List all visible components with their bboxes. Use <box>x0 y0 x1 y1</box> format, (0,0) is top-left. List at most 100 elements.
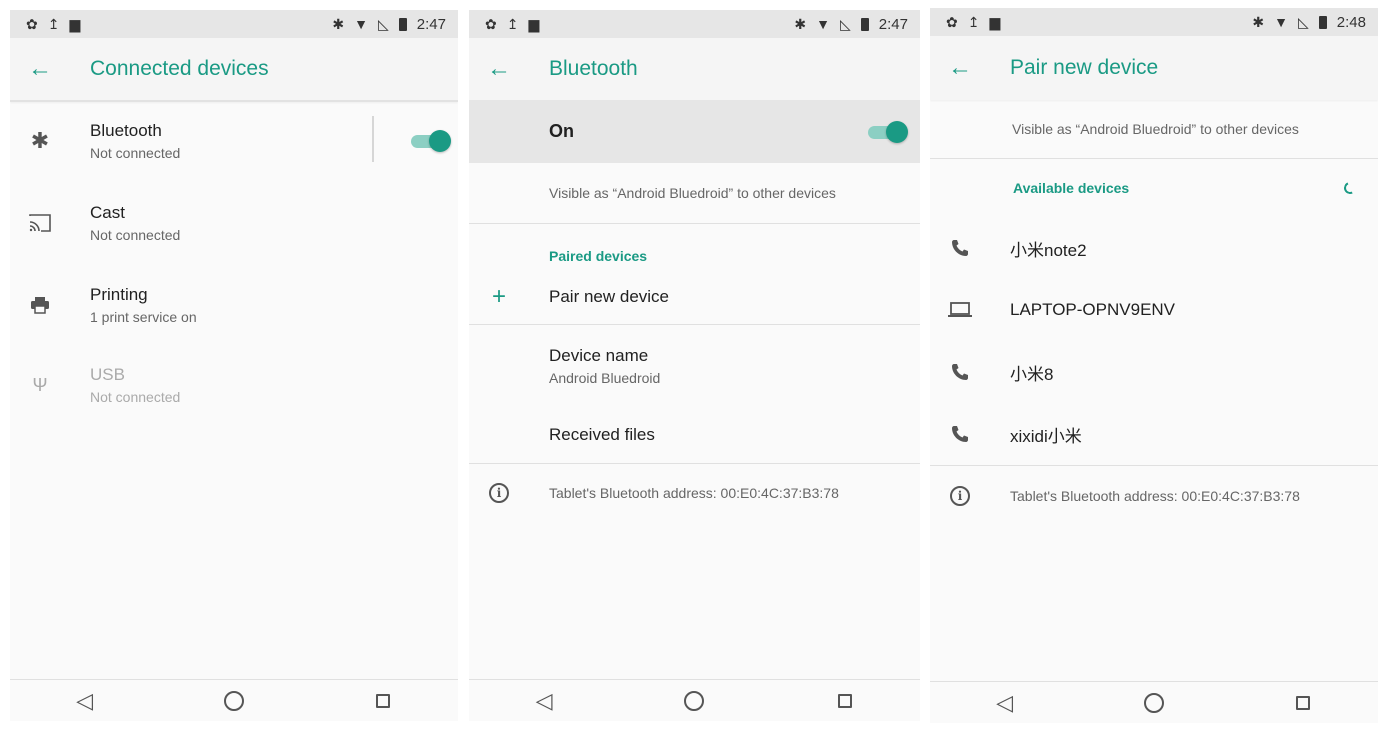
recents-nav-button[interactable] <box>353 686 413 716</box>
bluetooth-icon: ✱ <box>794 16 807 32</box>
device-item[interactable]: LAPTOP-OPNV9ENV <box>930 279 1378 341</box>
recents-nav-button[interactable] <box>1273 688 1333 718</box>
item-subtitle: Not connected <box>90 227 181 243</box>
home-nav-button[interactable] <box>664 686 724 716</box>
bluetooth-address: Tablet's Bluetooth address: 00:E0:4C:37:… <box>549 485 839 501</box>
visibility-info: Visible as “Android Bluedroid” to other … <box>930 100 1378 158</box>
bluetooth-icon: ✱ <box>332 16 345 32</box>
bluetooth-item[interactable]: ✱ Bluetooth Not connected <box>10 102 458 180</box>
navigation-bar: ◁ <box>10 679 458 721</box>
device-item[interactable]: xixidi小米 <box>930 403 1378 465</box>
visible-as-text: Visible as “Android Bluedroid” to other … <box>1012 121 1299 137</box>
back-nav-button[interactable]: ◁ <box>55 686 115 716</box>
app-bar: ← Pair new device <box>930 36 1378 100</box>
no-signal-icon: ◺ <box>840 16 851 32</box>
page-title: Bluetooth <box>549 57 638 80</box>
home-nav-button[interactable] <box>1124 688 1184 718</box>
bluetooth-icon: ✱ <box>1252 14 1265 30</box>
clock: 2:47 <box>416 15 446 33</box>
back-arrow-icon[interactable]: ← <box>930 56 990 80</box>
item-title: Printing <box>90 285 148 304</box>
back-arrow-icon[interactable]: ← <box>469 57 529 81</box>
usb-icon: Ψ <box>32 374 48 395</box>
item-subtitle: Not connected <box>90 145 181 161</box>
back-arrow-icon[interactable]: ← <box>10 57 70 81</box>
printing-item[interactable]: Printing 1 print service on <box>10 266 458 344</box>
gear-icon: ✿ <box>26 16 38 32</box>
loading-spinner-icon <box>1342 180 1358 196</box>
divider <box>372 116 374 162</box>
clock: 2:48 <box>1336 13 1366 31</box>
phone-icon <box>930 363 990 381</box>
item-title: Cast <box>90 203 125 222</box>
toggle-thumb <box>886 120 908 143</box>
recents-nav-button[interactable] <box>815 686 875 716</box>
available-devices-header: Available devices <box>1013 180 1130 196</box>
visibility-info: Visible as “Android Bluedroid” to other … <box>469 163 920 223</box>
device-name: 小米8 <box>1010 364 1054 384</box>
image-icon: ▆ <box>989 14 1001 30</box>
cast-icon <box>10 214 70 232</box>
printer-icon <box>10 296 70 314</box>
app-bar: ← Bluetooth <box>469 38 920 100</box>
navigation-bar: ◁ <box>930 681 1378 723</box>
device-name-item[interactable]: Device name Android Bluedroid <box>469 325 920 407</box>
device-name: xixidi小米 <box>1010 426 1082 446</box>
bluetooth-address: Tablet's Bluetooth address: 00:E0:4C:37:… <box>1010 488 1300 504</box>
image-icon: ▆ <box>69 16 81 32</box>
gear-icon: ✿ <box>485 16 497 32</box>
on-label: On <box>549 121 574 141</box>
item-title: Bluetooth <box>90 121 162 140</box>
no-signal-icon: ◺ <box>378 16 389 32</box>
app-bar: ← Connected devices <box>10 38 458 102</box>
status-bar: ✿ ↥ ▆ ✱ ▼ ◺ 2:47 <box>469 10 920 38</box>
info-icon: i <box>489 483 509 503</box>
usb-item: Ψ USB Not connected <box>10 344 458 426</box>
laptop-icon <box>930 302 990 318</box>
back-nav-button[interactable]: ◁ <box>514 686 574 716</box>
home-nav-button[interactable] <box>204 686 264 716</box>
wifi-icon: ▼ <box>1274 14 1289 30</box>
received-files-item[interactable]: Received files <box>469 407 920 463</box>
upload-icon: ↥ <box>967 14 980 30</box>
device-name: 小米note2 <box>1010 240 1087 260</box>
paired-devices-header: Paired devices <box>549 248 648 264</box>
phone-icon <box>930 239 990 257</box>
device-name-title: Device name <box>549 346 649 365</box>
battery-icon <box>860 17 869 31</box>
bluetooth-toggle[interactable] <box>866 120 908 143</box>
item-subtitle: Not connected <box>90 389 181 405</box>
toggle-thumb <box>429 130 451 152</box>
wifi-icon: ▼ <box>354 16 369 32</box>
gear-icon: ✿ <box>946 14 958 30</box>
bluetooth-toggle[interactable] <box>409 130 451 152</box>
device-item[interactable]: 小米8 <box>930 341 1378 403</box>
device-name: LAPTOP-OPNV9ENV <box>1010 300 1176 319</box>
bluetooth-on-bar[interactable]: On <box>469 100 920 163</box>
bluetooth-icon: ✱ <box>30 128 50 153</box>
plus-icon: + <box>491 283 506 310</box>
phone-icon <box>930 425 990 443</box>
item-title: USB <box>90 365 125 384</box>
back-nav-button[interactable]: ◁ <box>975 688 1035 718</box>
page-title: Pair new device <box>1010 56 1159 79</box>
device-item[interactable]: 小米note2 <box>930 217 1378 279</box>
cast-item[interactable]: Cast Not connected <box>10 180 458 266</box>
no-signal-icon: ◺ <box>1298 14 1309 30</box>
connected-devices-screen: ✿ ↥ ▆ ✱ ▼ ◺ 2:47 ← Connected devices ✱ B… <box>10 10 458 721</box>
navigation-bar: ◁ <box>469 679 920 721</box>
status-bar: ✿ ↥ ▆ ✱ ▼ ◺ 2:47 <box>10 10 458 38</box>
received-files-label: Received files <box>549 425 655 444</box>
address-info: i Tablet's Bluetooth address: 00:E0:4C:3… <box>930 466 1378 526</box>
bluetooth-screen: ✿ ↥ ▆ ✱ ▼ ◺ 2:47 ← Bluetooth On Visible … <box>469 10 920 721</box>
pair-new-device-screen: ✿ ↥ ▆ ✱ ▼ ◺ 2:48 ← Pair new device Visib… <box>930 8 1378 723</box>
image-icon: ▆ <box>528 16 540 32</box>
battery-icon <box>398 17 407 31</box>
pair-new-device-item[interactable]: + Pair new device <box>469 270 920 324</box>
item-subtitle: 1 print service on <box>90 309 197 325</box>
clock: 2:47 <box>878 15 908 33</box>
page-title: Connected devices <box>90 57 269 80</box>
available-devices-header-row: Available devices <box>930 159 1378 217</box>
wifi-icon: ▼ <box>816 16 831 32</box>
upload-icon: ↥ <box>506 16 519 32</box>
